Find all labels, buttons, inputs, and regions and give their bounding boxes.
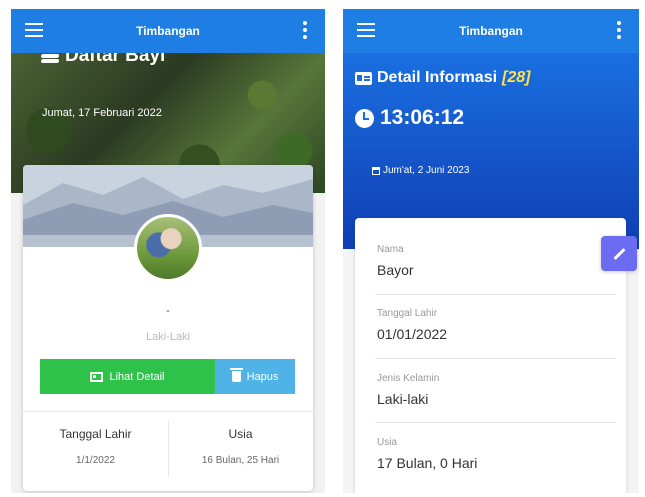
app-bar: Timbangan — [11, 9, 325, 53]
stat-value: 1/1/2022 — [76, 455, 115, 466]
id-card-icon — [355, 71, 372, 85]
age-stat: Usia 16 Bulan, 25 Hari — [168, 427, 313, 466]
baby-name: - — [166, 303, 170, 317]
current-time: 13:06:12 — [355, 106, 464, 130]
date-text: Jum'at, 2 Juni 2023 — [383, 165, 470, 176]
page-title: Detail Informasi [28] — [355, 69, 530, 87]
delete-button[interactable]: Hapus — [215, 359, 295, 394]
stat-label: Usia — [228, 427, 253, 441]
calendar-icon — [372, 166, 380, 175]
current-date: Jum'at, 2 Juni 2023 — [372, 165, 469, 176]
field-label: Jenis Kelamin — [377, 373, 440, 384]
more-vert-icon[interactable] — [617, 21, 621, 42]
field-value: 01/01/2022 — [377, 326, 448, 342]
field-age: Usia 17 Bulan, 0 Hari — [377, 437, 616, 471]
app-title: Timbangan — [136, 24, 200, 38]
more-vert-icon[interactable] — [303, 21, 307, 42]
avatar — [134, 214, 202, 282]
stat-value: 16 Bulan, 25 Hari — [201, 455, 280, 466]
page-title-text: Detail Informasi — [377, 69, 498, 86]
field-gender: Jenis Kelamin Laki-laki — [377, 373, 616, 407]
delete-label: Hapus — [246, 370, 279, 383]
pencil-icon — [612, 247, 626, 260]
trash-icon — [229, 368, 243, 382]
divider — [375, 358, 616, 359]
app-bar: Timbangan — [343, 9, 639, 53]
clock-icon — [355, 108, 374, 128]
divider — [375, 422, 616, 423]
record-count: [28] — [502, 69, 531, 86]
birth-date-stat: Tanggal Lahir 1/1/2022 — [23, 427, 168, 466]
id-card-icon — [90, 371, 104, 382]
baby-list-screen: Timbangan Daftar Bayi Jumat, 17 Februari… — [11, 9, 325, 493]
divider — [375, 294, 616, 295]
edit-button[interactable] — [601, 236, 637, 271]
view-detail-button[interactable]: Lihat Detail — [40, 359, 215, 394]
baby-card: - Laki-Laki Lihat Detail Hapus Tanggal L… — [23, 165, 313, 491]
app-title: Timbangan — [459, 24, 523, 38]
detail-card: Nama Bayor Tanggal Lahir 01/01/2022 Jeni… — [355, 218, 626, 493]
detail-info-screen: Timbangan Detail Informasi [28] 13:06:12… — [343, 9, 639, 493]
field-name: Nama Bayor — [377, 244, 616, 278]
field-value: Bayor — [377, 262, 414, 278]
field-label: Nama — [377, 244, 404, 255]
divider — [23, 411, 313, 412]
field-label: Tanggal Lahir — [377, 308, 438, 319]
view-detail-label: Lihat Detail — [109, 370, 165, 383]
field-value: 17 Bulan, 0 Hari — [377, 455, 478, 471]
field-value: Laki-laki — [377, 391, 429, 407]
time-text: 13:06:12 — [380, 106, 465, 129]
field-label: Usia — [377, 437, 398, 448]
field-birth-date: Tanggal Lahir 01/01/2022 — [377, 308, 616, 342]
current-date: Jumat, 17 Februari 2022 — [42, 107, 162, 119]
stat-label: Tanggal Lahir — [59, 427, 132, 441]
baby-gender: Laki-Laki — [145, 331, 191, 343]
